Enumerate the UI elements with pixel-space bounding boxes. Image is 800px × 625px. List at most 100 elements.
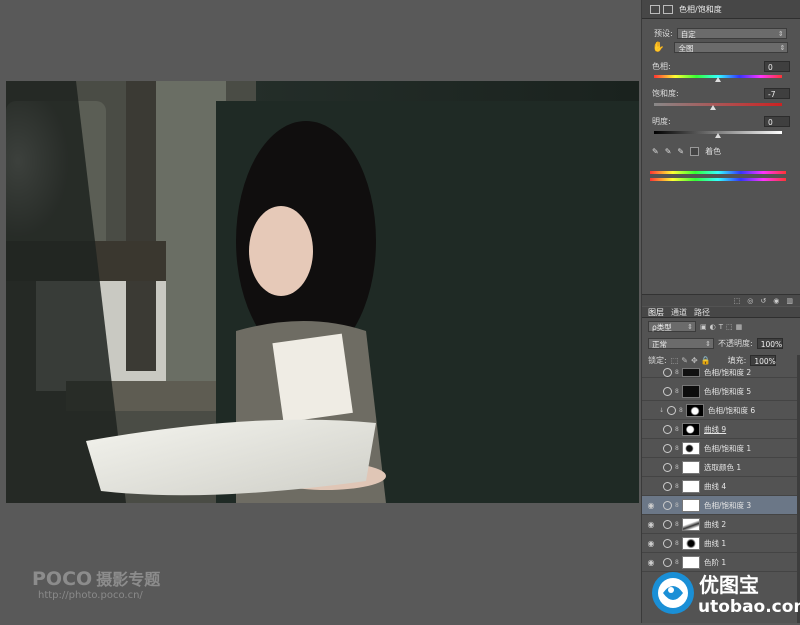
utobao-logo: 优图宝 utobao.com [651, 563, 800, 623]
blend-mode-dropdown[interactable]: 正常 [648, 338, 714, 350]
layer-row[interactable]: 8 色相/饱和度 5 [642, 382, 797, 401]
hue-value[interactable]: 0 [764, 61, 790, 72]
channel-row: ✋ 全图 [652, 42, 789, 54]
clip-icon[interactable]: ⬚ [734, 297, 741, 305]
photo-image [6, 81, 639, 503]
saturation-value[interactable]: -7 [764, 88, 790, 99]
tab-paths[interactable]: 路径 [694, 307, 710, 318]
layer-name: 色相/饱和度 2 [704, 367, 752, 377]
visibility-toggle[interactable]: ◉ [646, 539, 656, 548]
link-icon: 8 [675, 425, 679, 433]
eyedropper-row: ✎ ✎ ✎ 着色 [652, 146, 721, 157]
adjustment-layer-icon [663, 500, 672, 510]
filter-icons[interactable]: ▣◐T⬚▦ [700, 323, 745, 331]
adjustment-layer-icon [663, 538, 672, 548]
layer-mask[interactable] [682, 498, 700, 512]
layer-filter-dropdown[interactable]: ρ类型 [648, 321, 696, 333]
lightness-label: 明度: [652, 117, 671, 126]
watermark-brand: POCO 摄影专题 [32, 566, 160, 590]
saturation-label: 饱和度: [652, 89, 679, 98]
link-icon: 8 [675, 501, 679, 509]
link-icon: 8 [679, 406, 683, 414]
saturation-slider[interactable] [654, 103, 782, 106]
adjustment-layer-icon [663, 443, 672, 453]
visibility-icon[interactable]: ◉ [773, 297, 779, 305]
layer-mask[interactable] [682, 367, 700, 377]
colorize-checkbox[interactable] [690, 147, 700, 156]
layer-mask[interactable] [682, 384, 700, 398]
preset-dropdown[interactable]: 自定 [676, 28, 787, 40]
hue-label: 色相: [652, 62, 671, 71]
eyedropper-minus-icon[interactable]: ✎ [677, 147, 684, 156]
hand-icon[interactable]: ✋ [652, 42, 664, 53]
preset-label: 预设: [654, 29, 673, 38]
colorize-label: 着色 [705, 147, 722, 156]
properties-footer: ⬚ ◎ ↺ ◉ ▥ [642, 294, 800, 306]
layer-row[interactable]: 8 色相/饱和度 2 [642, 367, 797, 378]
clip-arrow-icon: ↓ [659, 406, 665, 414]
link-icon: 8 [675, 520, 679, 528]
properties-panel: 色相/饱和度 预设: 自定 ✋ 全图 色相: 0 饱和度: -7 明度: 0 ✎… [641, 0, 800, 623]
layer-row[interactable]: ◉ 8 曲线 2 [642, 515, 797, 534]
layer-row-selected[interactable]: ◉ 8 色相/饱和度 3 [642, 496, 797, 515]
hue-row: 色相: 0 [652, 61, 790, 72]
link-icon: 8 [675, 368, 679, 376]
layer-row[interactable]: ↓ 8 色相/饱和度 6 [642, 401, 797, 420]
tab-layers[interactable]: 图层 [648, 307, 664, 318]
mask-icon[interactable] [663, 4, 673, 14]
adjustment-layer-icon [663, 481, 672, 491]
layer-name: 色相/饱和度 6 [708, 405, 756, 415]
layer-row[interactable]: ◉ 8 曲线 1 [642, 534, 797, 553]
layer-row[interactable]: 8 曲线 9 [642, 420, 797, 439]
blend-row: 正常 不透明度: 100% [648, 338, 783, 350]
eyedropper-plus-icon[interactable]: ✎ [665, 147, 672, 156]
layer-name: 色相/饱和度 3 [704, 500, 752, 510]
opacity-value[interactable]: 100% [756, 338, 783, 349]
properties-title: 色相/饱和度 [679, 4, 722, 14]
adjustment-layer-icon [667, 405, 676, 415]
layer-mask[interactable] [686, 403, 704, 417]
trash-icon[interactable]: ▥ [786, 297, 793, 305]
visibility-toggle[interactable]: ◉ [646, 520, 656, 529]
watermark-url: http://photo.poco.cn/ [38, 590, 143, 601]
logo-text-url: utobao.com [698, 597, 800, 617]
view-previous-icon[interactable]: ◎ [747, 297, 753, 305]
layer-mask[interactable] [682, 441, 700, 455]
fill-value[interactable]: 100% [750, 355, 777, 366]
layer-row[interactable]: 8 色相/饱和度 1 [642, 439, 797, 458]
document-canvas[interactable]: POCO 摄影专题 http://photo.poco.cn/ [0, 0, 641, 623]
adjustment-layer-icon [663, 386, 672, 396]
adjustment-icon [650, 4, 660, 14]
layer-mask[interactable] [682, 536, 700, 550]
opacity-label: 不透明度: [718, 339, 753, 348]
logo-text-cn: 优图宝 [699, 573, 759, 597]
properties-header: 色相/饱和度 [642, 0, 800, 19]
adjustment-layer-icon [663, 462, 672, 472]
reset-icon[interactable]: ↺ [760, 297, 766, 305]
adjustment-layer-icon [663, 519, 672, 529]
visibility-toggle[interactable]: ◉ [646, 501, 656, 510]
layer-mask[interactable] [682, 460, 700, 474]
layer-mask[interactable] [682, 517, 700, 531]
hue-thumb[interactable] [715, 77, 721, 82]
layer-row[interactable]: 8 曲线 4 [642, 477, 797, 496]
layer-mask[interactable] [682, 479, 700, 493]
filter-row: ρ类型 ▣◐T⬚▦ [648, 321, 745, 333]
layer-row[interactable]: 8 选取颜色 1 [642, 458, 797, 477]
lock-icons[interactable]: ⬚✎✥🔒 [671, 356, 714, 365]
adjustment-layer-icon [663, 424, 672, 434]
adjustment-layer-icon [663, 367, 672, 377]
photo-illustration [6, 81, 639, 503]
tab-channels[interactable]: 通道 [671, 307, 687, 318]
lightness-thumb[interactable] [715, 133, 721, 138]
lightness-row: 明度: 0 [652, 116, 790, 127]
hue-bar-bottom [650, 178, 786, 181]
saturation-thumb[interactable] [710, 105, 716, 110]
watermark-brand-cn: 摄影专题 [96, 570, 161, 589]
link-icon: 8 [675, 539, 679, 547]
eyedropper-icon[interactable]: ✎ [652, 147, 659, 156]
channel-dropdown[interactable]: 全图 [674, 42, 789, 54]
saturation-row: 饱和度: -7 [652, 88, 790, 99]
layer-mask[interactable] [682, 422, 700, 436]
lightness-value[interactable]: 0 [764, 116, 790, 127]
